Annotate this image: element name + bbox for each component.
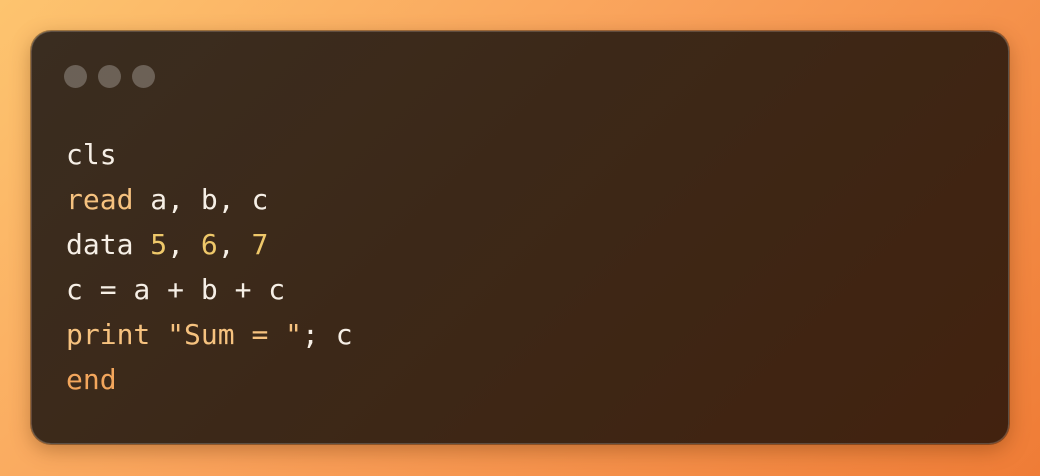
code-line-6: end	[66, 357, 353, 402]
code-line-3: data 5, 6, 7	[66, 222, 353, 267]
code-text: c = a + b + c	[66, 273, 286, 306]
string-literal: "Sum = "	[167, 318, 303, 351]
code-line-4: c = a + b + c	[66, 267, 353, 312]
code-separator: ,	[217, 228, 252, 261]
code-block: cls read a, b, c data 5, 6, 7 c = a + b …	[66, 132, 353, 402]
code-separator: ,	[167, 228, 201, 261]
code-text: a, b, c	[133, 183, 269, 216]
keyword-cls: cls	[66, 138, 117, 171]
code-line-5: print "Sum = "; c	[66, 312, 353, 357]
keyword-print: print	[66, 318, 151, 351]
keyword-data: data	[66, 228, 134, 261]
window-controls	[64, 65, 155, 88]
code-window: cls read a, b, c data 5, 6, 7 c = a + b …	[31, 31, 1009, 444]
keyword-read: read	[66, 183, 134, 216]
number-literal: 6	[200, 228, 218, 261]
code-text: ; c	[302, 318, 353, 351]
minimize-dot[interactable]	[98, 65, 121, 88]
number-literal: 5	[150, 228, 168, 261]
maximize-dot[interactable]	[132, 65, 155, 88]
code-line-2: read a, b, c	[66, 177, 353, 222]
code-line-1: cls	[66, 132, 353, 177]
close-dot[interactable]	[64, 65, 87, 88]
number-literal: 7	[251, 228, 269, 261]
keyword-end: end	[66, 363, 117, 396]
